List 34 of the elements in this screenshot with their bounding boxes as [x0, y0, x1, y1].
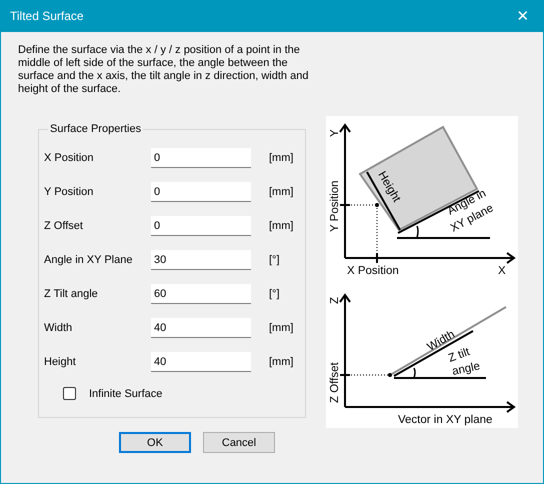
field-label: Z Tilt angle [44, 288, 99, 300]
axis-label: X Position [347, 265, 399, 277]
window-title: Tilted Surface [10, 9, 84, 23]
field-label: Y Position [44, 186, 94, 198]
field-label: X Position [44, 152, 95, 164]
unit-label: [°] [269, 254, 280, 266]
description-text: Define the surface via the x / y / z position of a point in the middle of left side of the surface, the angle between the surface and the x axis, the tilt angle in z direction, width and height of the surface. [18, 44, 310, 96]
unit-label: [mm] [269, 322, 294, 334]
axis-label: Y Position [329, 180, 341, 232]
value-field[interactable]: 0 [151, 216, 251, 236]
value-field[interactable]: 30 [151, 250, 251, 270]
group-title: Surface Properties [49, 123, 142, 135]
value-field[interactable]: 40 [151, 318, 251, 338]
axis-label: Y [329, 129, 341, 137]
value-field[interactable]: 60 [151, 284, 251, 304]
unit-label: [mm] [269, 220, 294, 232]
axis-label: Z Offset [329, 362, 341, 403]
value-field[interactable]: 40 [151, 352, 251, 372]
unit-label: [mm] [269, 186, 294, 198]
field-label: Z Offset [44, 220, 84, 232]
checkbox-label: Infinite Surface [89, 388, 162, 400]
field-label: Angle in XY Plane [44, 254, 134, 266]
value-field[interactable]: 0 [151, 182, 251, 202]
field-label: Height [44, 356, 77, 368]
field-label: Width [44, 322, 74, 334]
unit-label: [°] [269, 288, 280, 300]
dialog-button[interactable]: OK [119, 432, 191, 453]
axis-label: Z [329, 296, 341, 304]
unit-label: [mm] [269, 152, 294, 164]
axis-label: X [498, 265, 506, 277]
unit-label: [mm] [269, 356, 294, 368]
axis-label: Vector in XY plane [398, 414, 492, 426]
dialog-button[interactable]: Cancel [203, 432, 275, 453]
value-field[interactable]: 0 [151, 148, 251, 168]
